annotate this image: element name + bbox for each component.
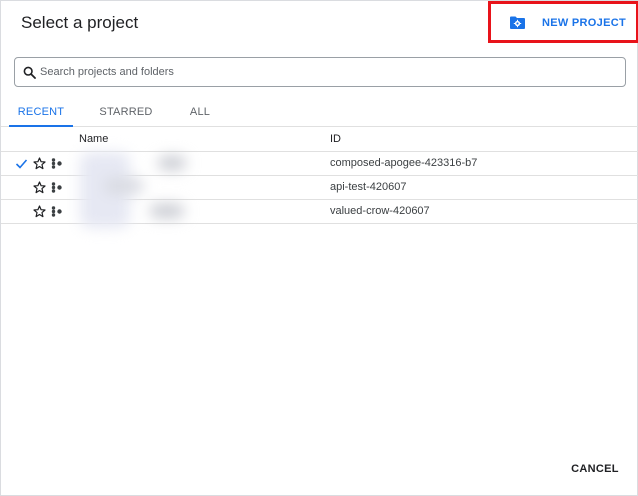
project-tabs: RECENT STARRED ALL — [1, 99, 638, 127]
star-outline-icon[interactable] — [33, 205, 46, 218]
dialog-title: Select a project — [21, 13, 139, 32]
search-icon — [23, 66, 36, 79]
organization-icon — [51, 182, 62, 193]
new-project-highlight: NEW PROJECT — [488, 1, 638, 43]
organization-icon — [51, 206, 62, 217]
column-header-id: ID — [330, 133, 341, 145]
column-header-name: Name — [79, 133, 109, 145]
new-project-label: NEW PROJECT — [542, 17, 626, 29]
project-id: valued-crow-420607 — [330, 205, 430, 217]
star-outline-icon[interactable] — [33, 157, 46, 170]
folder-gear-icon — [510, 16, 525, 29]
search-input[interactable] — [40, 62, 610, 82]
tab-recent[interactable]: RECENT — [9, 99, 73, 127]
tab-all[interactable]: ALL — [181, 99, 219, 127]
check-icon — [15, 159, 28, 169]
cancel-button[interactable]: CANCEL — [566, 459, 624, 479]
star-outline-icon[interactable] — [33, 181, 46, 194]
select-project-dialog: Select a project NEW PROJECT RECENT STAR… — [0, 0, 638, 496]
project-id: api-test-420607 — [330, 181, 407, 193]
organization-icon — [51, 158, 62, 169]
redacted-project-names — [74, 148, 202, 234]
project-id: composed-apogee-423316-b7 — [330, 157, 478, 169]
search-box — [14, 57, 626, 87]
tab-starred[interactable]: STARRED — [95, 99, 157, 127]
new-project-button[interactable]: NEW PROJECT — [491, 4, 636, 40]
